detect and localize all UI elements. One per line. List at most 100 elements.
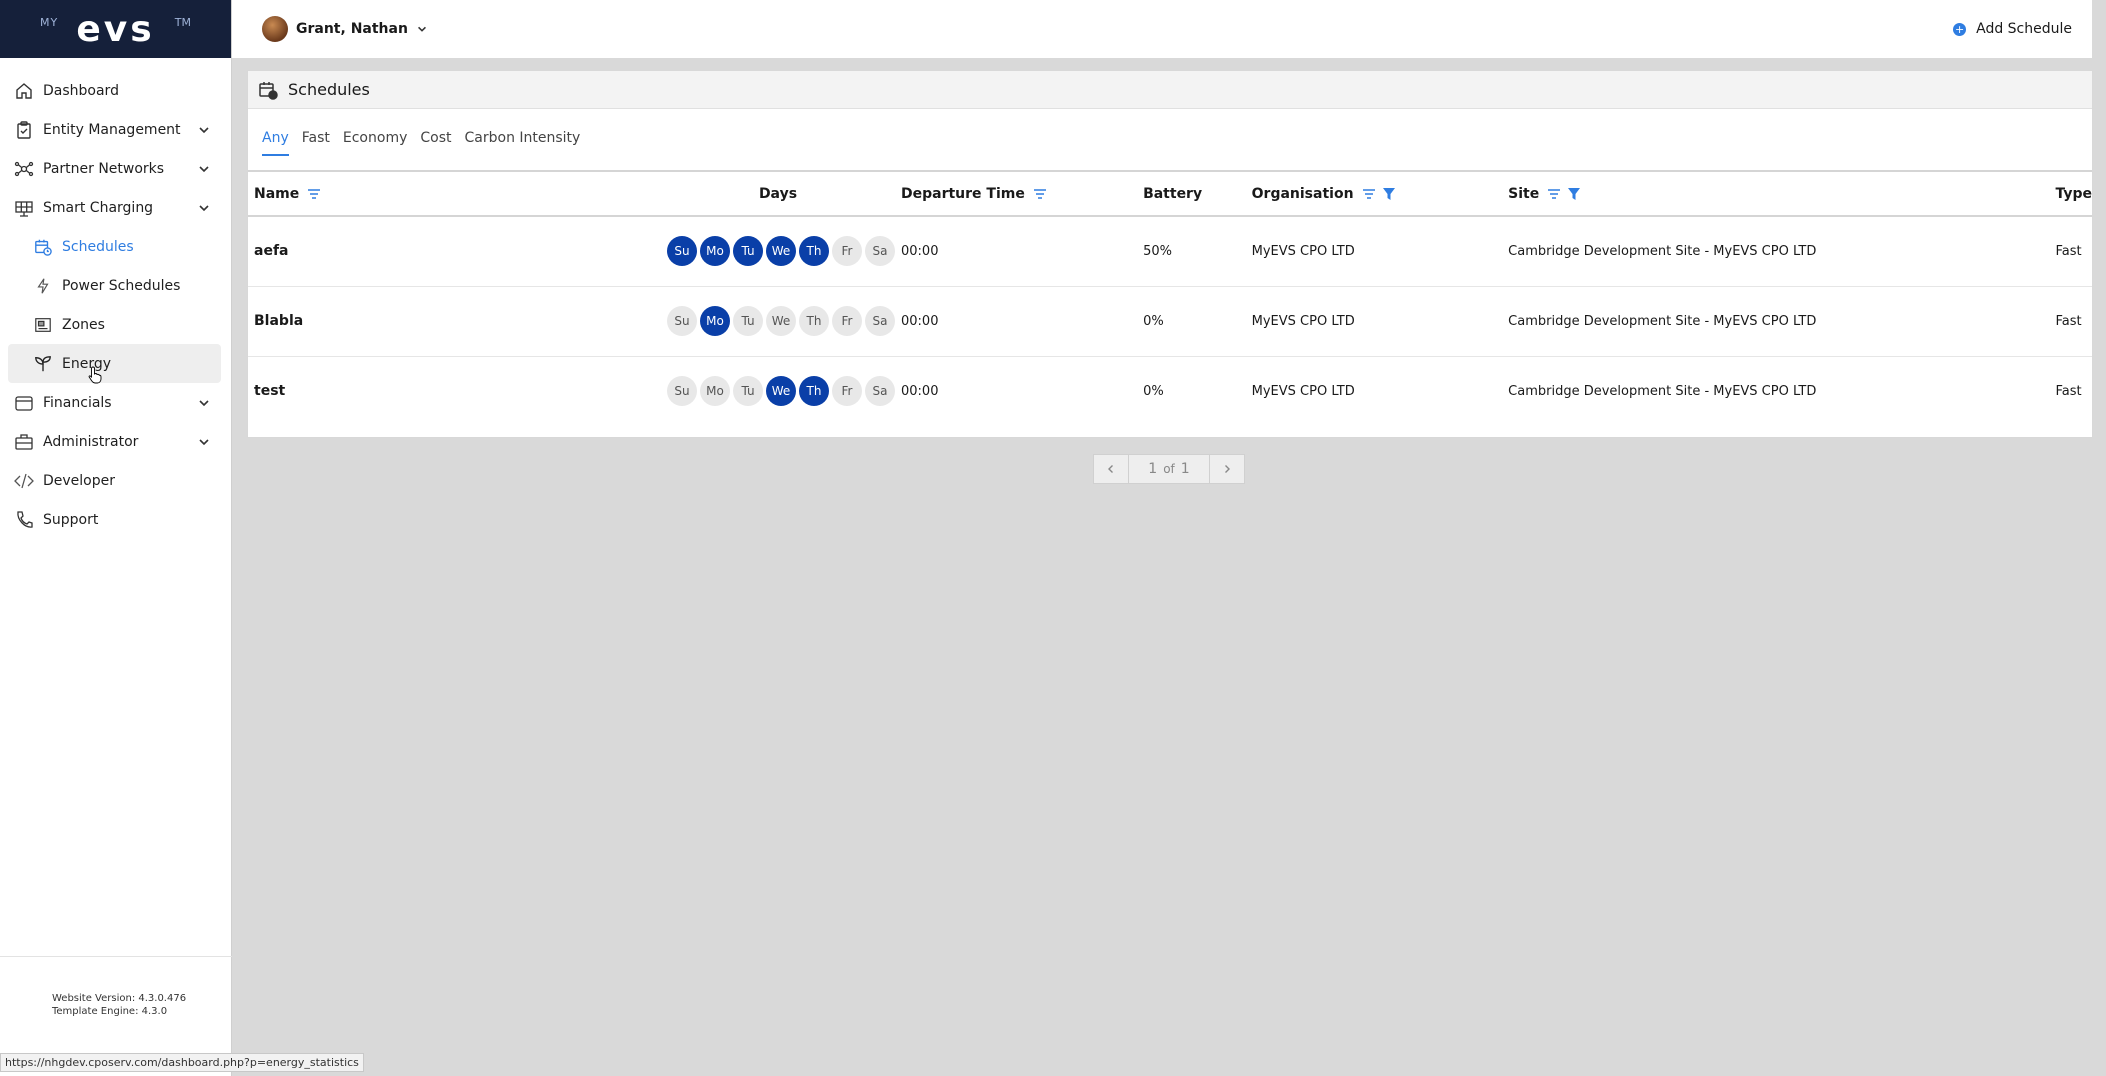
sidebar-item-energy[interactable]: Energy (8, 344, 221, 383)
logo-name: evs (76, 8, 155, 50)
avatar[interactable] (262, 16, 288, 42)
chevron-left-icon (1108, 465, 1113, 473)
sidebar-item-developer[interactable]: Developer (0, 461, 231, 500)
column-header-name[interactable]: Name (248, 172, 475, 217)
sidebar-item-smart-charging[interactable]: Smart Charging (0, 188, 231, 227)
table-row[interactable]: Blabla Su Mo Tu We Th Fr Sa 00:00 0% MyE… (248, 286, 2092, 357)
cell-battery: 0% (1137, 286, 1246, 357)
sidebar-item-support[interactable]: Support (0, 500, 231, 539)
website-version: Website Version: 4.3.0.476 (52, 993, 187, 1004)
day-chip: Th (799, 236, 829, 267)
sidebar: MY evs TM Dashboard Entity Management Pa… (0, 0, 232, 1076)
page-title: Schedules (288, 80, 370, 99)
home-icon (13, 80, 35, 102)
column-header-departure[interactable]: Departure Time (895, 172, 1138, 217)
version-info: Website Version: 4.3.0.476 Template Engi… (52, 992, 186, 1018)
sidebar-item-zones[interactable]: Zones (0, 305, 231, 344)
day-chip: Sa (865, 236, 895, 267)
cell-type: Fast (2049, 216, 2092, 287)
column-header-label: Battery (1143, 185, 1203, 202)
day-chip: Mo (700, 236, 730, 267)
table-row[interactable]: aefa Su Mo Tu We Th Fr Sa 00:00 50% MyEV… (248, 216, 2092, 287)
sort-icon[interactable] (1362, 188, 1376, 200)
day-chip: We (766, 376, 796, 407)
chevron-down-icon (199, 126, 209, 133)
day-chip: Sa (865, 306, 895, 336)
wallet-icon (13, 392, 35, 414)
day-chip: Fr (832, 376, 862, 407)
sprout-icon (32, 353, 54, 375)
column-header-site[interactable]: Site (1502, 172, 2050, 217)
tab-any[interactable]: Any (262, 130, 289, 156)
day-chip: Tu (733, 236, 763, 267)
filter-icon[interactable] (1382, 187, 1396, 201)
prev-page-button[interactable] (1094, 455, 1128, 483)
zones-icon (32, 314, 54, 336)
sidebar-item-label: Smart Charging (43, 199, 154, 216)
brand-logo[interactable]: MY evs TM (0, 0, 231, 58)
sidebar-item-administrator[interactable]: Administrator (0, 422, 231, 461)
calendar-clock-icon (32, 236, 54, 258)
solar-panel-icon (13, 197, 35, 219)
cell-departure: 00:00 (895, 286, 1138, 357)
day-chips: Su Mo Tu We Th Fr Sa (481, 306, 895, 336)
sidebar-item-label: Energy (62, 355, 112, 372)
cell-type: Fast (2049, 286, 2092, 357)
sidebar-item-schedules[interactable]: Schedules (0, 227, 231, 266)
cell-name[interactable]: test (248, 356, 475, 426)
chevron-down-icon[interactable] (416, 23, 428, 35)
sidebar-item-power-schedules[interactable]: Power Schedules (0, 266, 231, 305)
tab-cost[interactable]: Cost (420, 130, 451, 150)
cell-name[interactable]: Blabla (248, 286, 475, 357)
sidebar-item-dashboard[interactable]: Dashboard (0, 71, 231, 110)
day-chip: We (766, 306, 796, 336)
sidebar-nav: Dashboard Entity Management Partner Netw… (0, 58, 231, 539)
current-page: 1 (1148, 461, 1158, 477)
day-chip: Fr (832, 306, 862, 336)
sort-icon[interactable] (1547, 188, 1561, 200)
tab-carbon-intensity[interactable]: Carbon Intensity (465, 130, 581, 150)
tab-economy[interactable]: Economy (343, 130, 407, 150)
day-chip: We (766, 236, 796, 267)
tab-fast[interactable]: Fast (302, 130, 330, 150)
cell-departure: 00:00 (895, 216, 1138, 287)
sort-icon[interactable] (307, 188, 321, 200)
table-header-row: Name Days Departure Time Battery Organis… (248, 172, 2092, 217)
logo-prefix: MY (40, 16, 59, 29)
cell-battery: 0% (1143, 383, 1164, 399)
column-header-days: Days (475, 172, 895, 217)
phone-icon (13, 509, 35, 531)
add-schedule-label: Add Schedule (1976, 21, 2072, 37)
clipboard-icon (13, 119, 35, 141)
code-icon (13, 470, 35, 492)
sidebar-item-label: Administrator (43, 433, 139, 450)
sidebar-item-partner-networks[interactable]: Partner Networks (0, 149, 231, 188)
table-row[interactable]: test Su Mo Tu We Th Fr Sa 00:00 0% MyEVS… (248, 356, 2092, 426)
column-header-label: Type (2055, 185, 2092, 202)
sort-icon[interactable] (1033, 188, 1047, 200)
filter-icon[interactable] (1567, 187, 1581, 201)
column-header-type: Type (2049, 172, 2092, 217)
chevron-down-icon (199, 165, 209, 172)
total-pages: 1 (1180, 461, 1190, 477)
cell-name[interactable]: aefa (248, 216, 475, 287)
panel-header: Schedules (248, 71, 2092, 109)
day-chips: Su Mo Tu We Th Fr Sa (481, 376, 895, 407)
column-header-organisation[interactable]: Organisation (1245, 172, 1503, 217)
cell-site: Cambridge Development Site - MyEVS CPO L… (1502, 286, 2050, 357)
user-menu[interactable]: Grant, Nathan (296, 21, 408, 37)
day-chip: Su (667, 236, 697, 267)
add-schedule-button[interactable]: + Add Schedule (1953, 0, 2072, 58)
sidebar-item-financials[interactable]: Financials (0, 383, 231, 422)
network-icon (13, 158, 35, 180)
sidebar-item-label: Power Schedules (62, 277, 181, 294)
day-chip: Sa (865, 376, 895, 407)
sidebar-divider (0, 956, 232, 957)
sidebar-item-entity-management[interactable]: Entity Management (0, 110, 231, 149)
chevron-down-icon (199, 204, 209, 211)
next-page-button[interactable] (1210, 455, 1244, 483)
schedules-table: Name Days Departure Time Battery Organis… (248, 172, 2092, 426)
column-header-label: Site (1508, 185, 1540, 202)
cell-days: Su Mo Tu We Th Fr Sa (475, 356, 895, 426)
calendar-clock-icon (259, 81, 278, 100)
